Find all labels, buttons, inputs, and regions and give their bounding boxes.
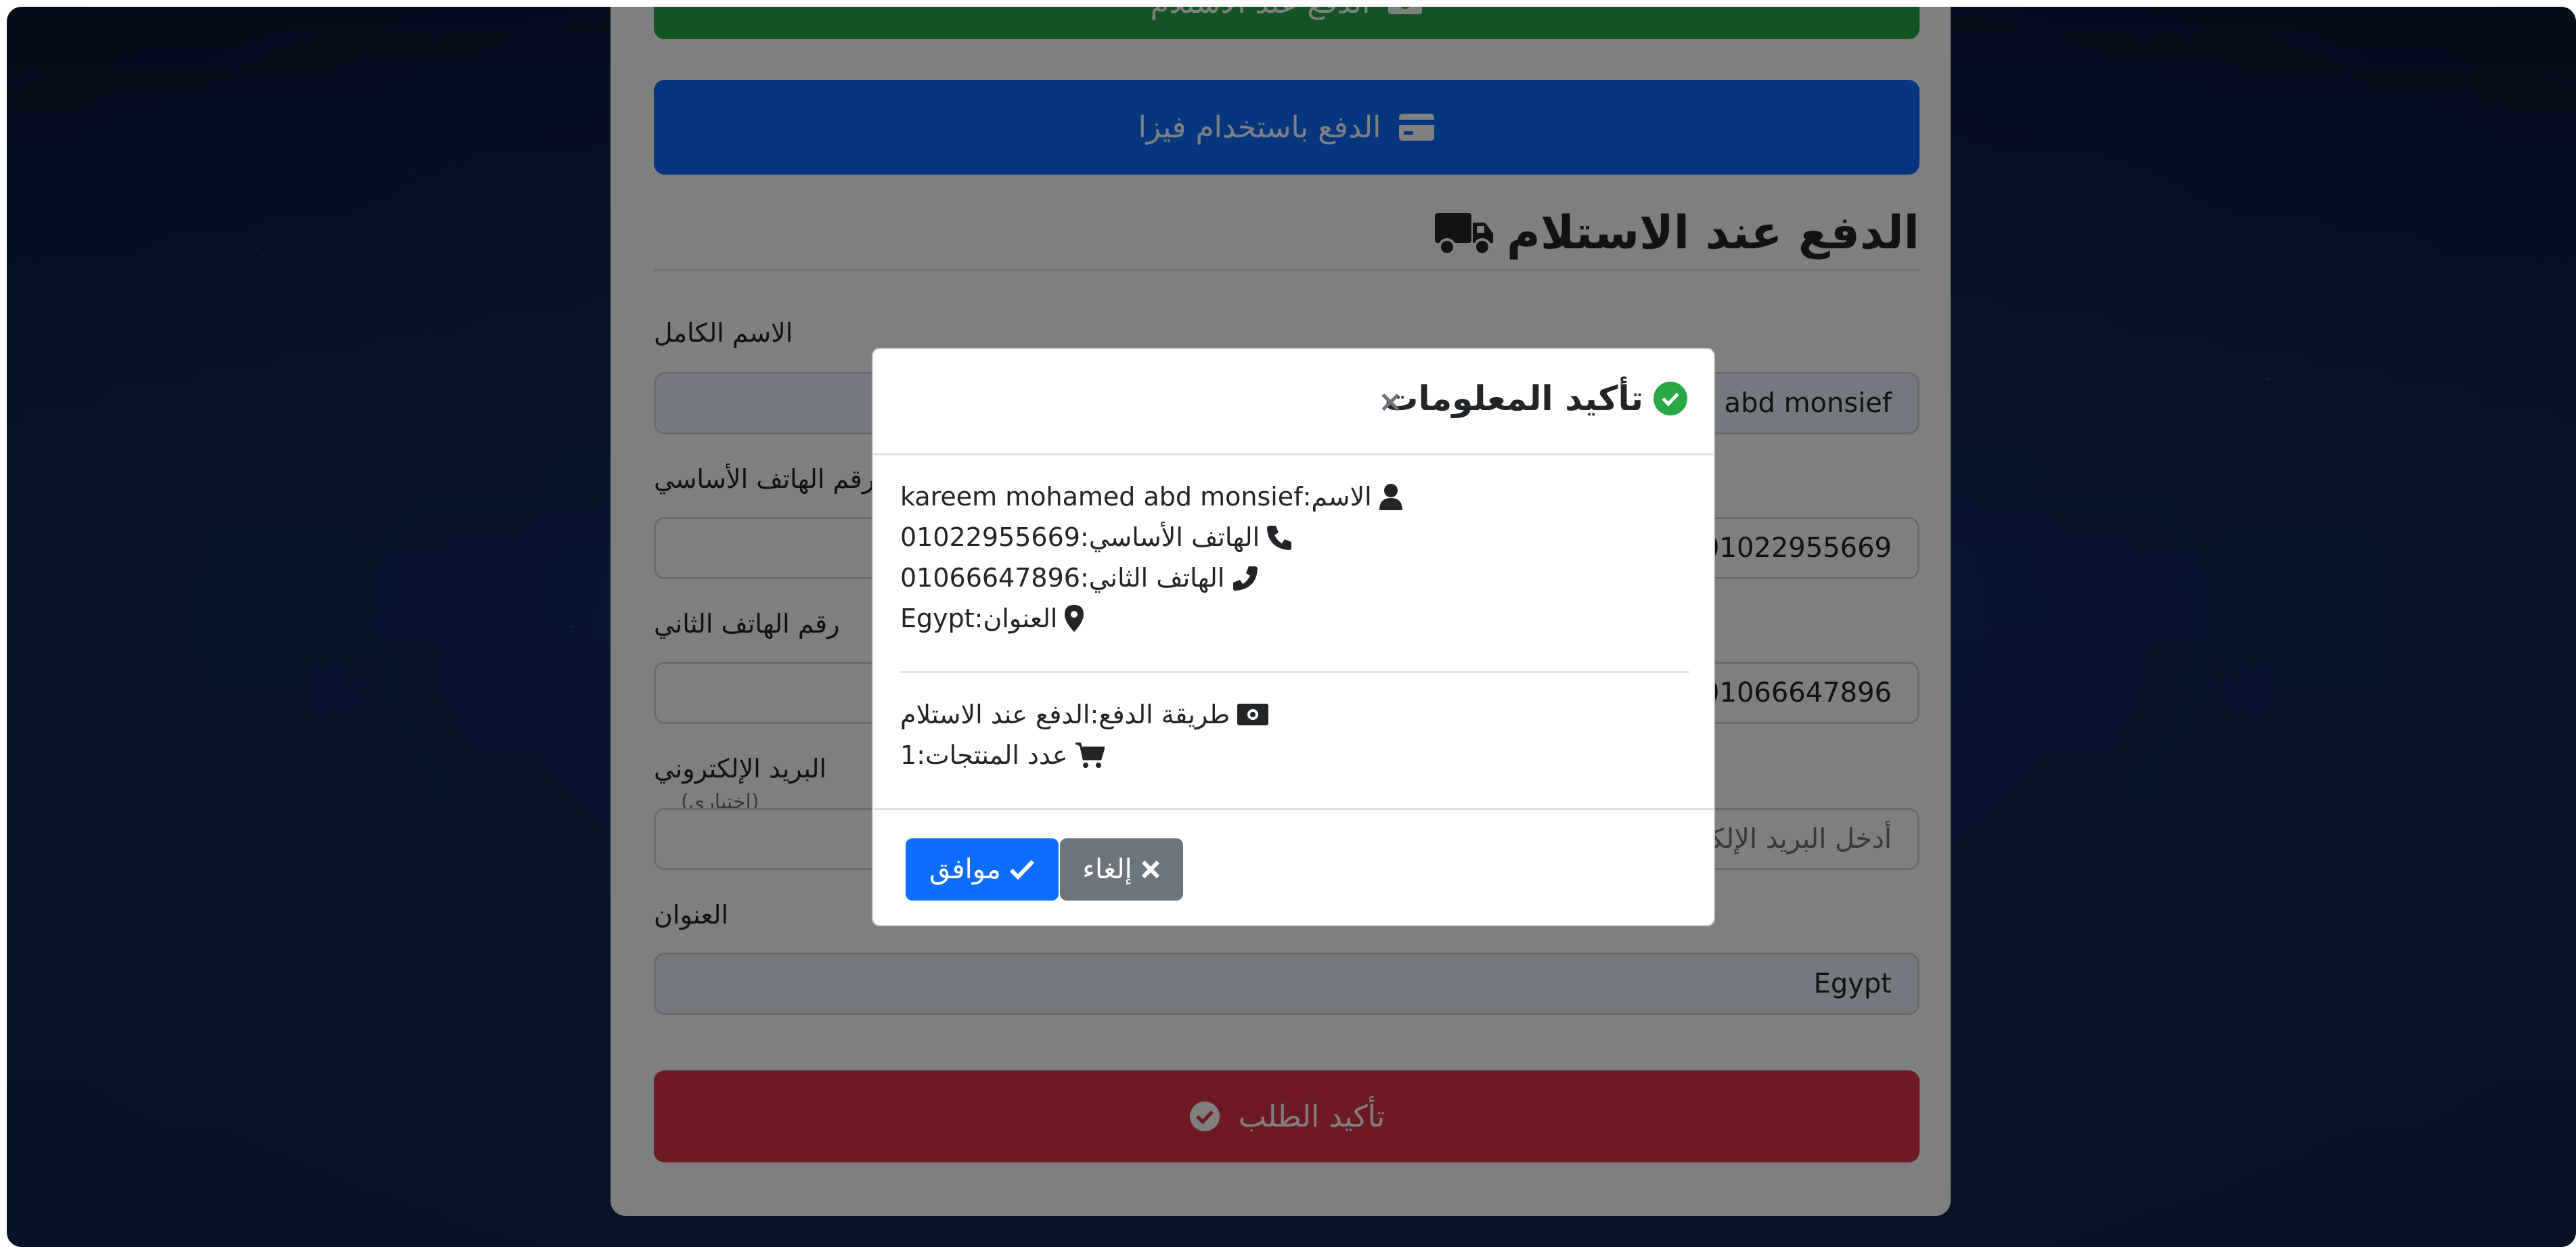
info-name-text: الاسم:kareem mohamed abd monsief xyxy=(900,482,1372,512)
cancel-label: إلغاء xyxy=(1082,854,1132,885)
phone-icon xyxy=(1266,524,1293,551)
shopping-cart-icon xyxy=(1075,742,1105,769)
info-phone2-text: الهاتف الثاني:01066647896 xyxy=(900,563,1225,593)
info-payment-line: طريقة الدفع:الدفع عند الاستلام xyxy=(900,700,1269,729)
info-phone1-text: الهاتف الأساسي:01022955669 xyxy=(900,522,1260,552)
close-icon xyxy=(1140,859,1161,880)
info-address-line: العنوان:Egypt xyxy=(900,604,1084,633)
modal-title: تأكيد المعلومات xyxy=(1384,379,1688,418)
check-icon xyxy=(1009,859,1035,880)
cancel-button[interactable]: إلغاء xyxy=(1060,838,1183,901)
map-marker-icon xyxy=(1064,604,1084,633)
info-phone2-line: الهاتف الثاني:01066647896 xyxy=(900,563,1258,593)
modal-header: تأكيد المعلومات × xyxy=(873,349,1714,455)
info-products-line: عدد المنتجات:1 xyxy=(900,740,1105,770)
money-bill-icon xyxy=(1237,703,1269,726)
info-products-text: عدد المنتجات:1 xyxy=(900,740,1068,770)
info-address-text: العنوان:Egypt xyxy=(900,604,1058,633)
close-icon[interactable]: × xyxy=(1378,384,1403,419)
user-icon xyxy=(1379,483,1403,510)
page-background: الدفع عند الاستلام الدفع باستخدام فيزا ا… xyxy=(7,7,2576,1247)
ok-label: موافق xyxy=(929,854,1001,885)
modal-title-text: تأكيد المعلومات xyxy=(1384,379,1643,418)
modal-divider xyxy=(900,671,1689,673)
phone-alt-icon xyxy=(1231,564,1258,591)
check-circle-icon xyxy=(1653,381,1688,416)
ok-button[interactable]: موافق xyxy=(906,838,1059,901)
info-phone1-line: الهاتف الأساسي:01022955669 xyxy=(900,522,1293,552)
info-payment-text: طريقة الدفع:الدفع عند الاستلام xyxy=(900,700,1230,729)
info-name-line: الاسم:kareem mohamed abd monsief xyxy=(900,482,1403,512)
confirm-info-modal: تأكيد المعلومات × الاسم:kareem mohamed a… xyxy=(872,348,1715,926)
modal-footer: موافق إلغاء xyxy=(873,808,1714,928)
